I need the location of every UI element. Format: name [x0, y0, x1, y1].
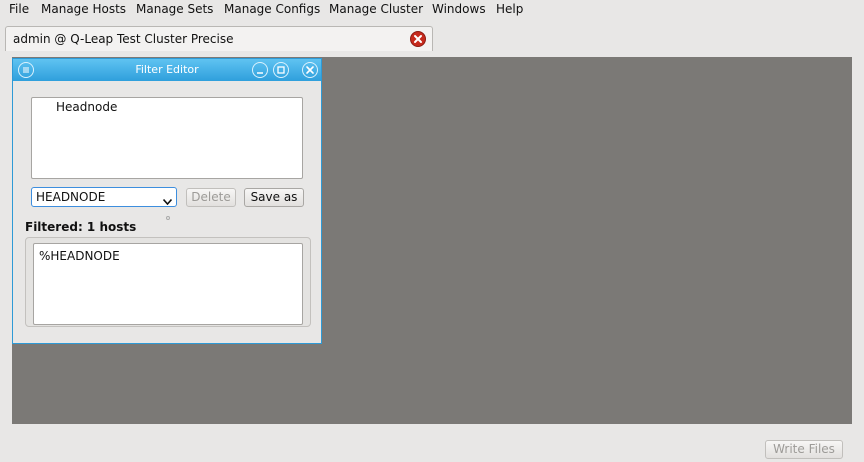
tab-label: admin @ Q-Leap Test Cluster Precise — [13, 32, 234, 46]
filter-expression-input[interactable]: %HEADNODE — [33, 243, 303, 325]
menu-manage-sets[interactable]: Manage Sets — [136, 2, 213, 16]
splitter-handle[interactable] — [166, 216, 170, 220]
window-titlebar[interactable]: Filter Editor — [13, 59, 321, 81]
maximize-icon[interactable] — [273, 62, 289, 78]
menu-windows[interactable]: Windows — [432, 2, 486, 16]
tab-cluster[interactable]: admin @ Q-Leap Test Cluster Precise — [5, 26, 433, 51]
menu-help[interactable]: Help — [496, 2, 523, 16]
menu-manage-hosts[interactable]: Manage Hosts — [41, 2, 126, 16]
menu-manage-cluster[interactable]: Manage Cluster — [329, 2, 423, 16]
menu-manage-configs[interactable]: Manage Configs — [224, 2, 320, 16]
chevron-down-icon — [162, 194, 173, 208]
filter-group: %HEADNODE — [25, 237, 311, 327]
save-as-button[interactable]: Save as — [244, 188, 304, 207]
filter-expression-text: %HEADNODE — [39, 249, 120, 263]
filtered-count-label: Filtered: 1 hosts — [25, 220, 137, 234]
filter-select[interactable]: HEADNODE — [31, 187, 177, 207]
filter-select-value: HEADNODE — [36, 190, 106, 204]
menu-bar: File Manage Hosts Manage Sets Manage Con… — [0, 0, 864, 20]
filter-list[interactable]: Headnode — [31, 97, 303, 179]
delete-button[interactable]: Delete — [186, 188, 236, 207]
list-item[interactable]: Headnode — [56, 100, 117, 114]
close-icon[interactable] — [410, 31, 426, 47]
minimize-icon[interactable] — [252, 62, 268, 78]
write-files-button[interactable]: Write Files — [765, 440, 843, 459]
close-window-icon[interactable] — [302, 62, 318, 78]
filter-editor-window: Filter Editor Headnode HEADNODE Delete S… — [12, 58, 322, 344]
menu-file[interactable]: File — [9, 2, 29, 16]
